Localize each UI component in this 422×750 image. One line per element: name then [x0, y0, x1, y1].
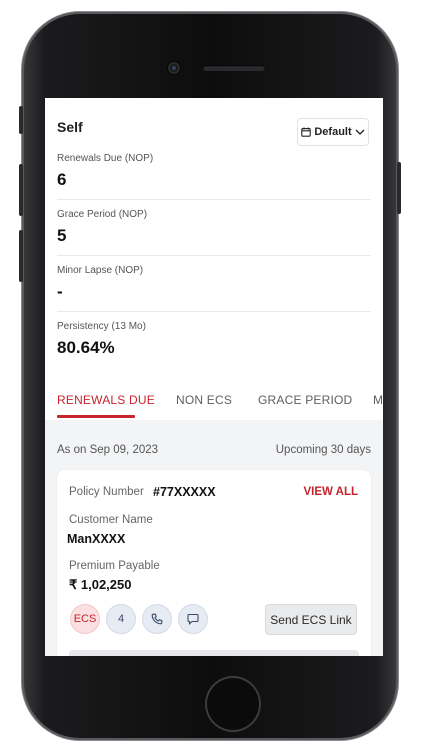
volume-up-button	[19, 164, 23, 216]
date-filter-label: Default	[314, 126, 352, 138]
view-all-link[interactable]: VIEW ALL	[303, 486, 358, 498]
home-button[interactable]	[205, 676, 261, 732]
upcoming-range: Upcoming 30 days	[275, 444, 371, 456]
tab-grace-period[interactable]: GRACE PERIOD	[258, 393, 352, 407]
calendar-icon	[301, 127, 312, 137]
as-on-date: As on Sep 09, 2023	[57, 444, 159, 456]
premium-payable-value: ₹ 1,02,250	[69, 577, 132, 592]
next-policy-card-peek	[69, 650, 359, 656]
grace-period-value: 5	[57, 226, 67, 245]
policy-card: Policy Number #77XXXXX VIEW ALL Customer…	[57, 470, 371, 656]
tab-overflow[interactable]: M	[373, 393, 383, 407]
renewals-due-label: Renewals Due (NOP)	[57, 153, 154, 164]
persistency-label: Persistency (13 Mo)	[57, 321, 146, 332]
persistency-value: 80.64%	[57, 338, 115, 357]
app-screen: Self Default Renewals Due (NOP) 6 Grace …	[45, 98, 383, 656]
chevron-down-icon	[355, 129, 365, 135]
divider	[57, 311, 371, 312]
earpiece-speaker	[203, 65, 265, 71]
premium-payable-label: Premium Payable	[69, 560, 160, 572]
customer-name-label: Customer Name	[69, 514, 153, 526]
renewals-due-value: 6	[57, 170, 67, 189]
active-tab-indicator	[57, 415, 135, 418]
power-button	[397, 162, 401, 214]
minor-lapse-value: -	[57, 282, 63, 301]
message-icon	[187, 613, 199, 625]
tab-bar: RENEWALS DUE NON ECS GRACE PERIOD M	[45, 380, 383, 418]
minor-lapse-label: Minor Lapse (NOP)	[57, 265, 144, 276]
count-chip[interactable]: 4	[106, 604, 136, 634]
phone-icon	[151, 613, 163, 625]
page-title: Self	[57, 119, 83, 135]
volume-down-button	[19, 230, 23, 282]
tab-renewals-due[interactable]: RENEWALS DUE	[57, 393, 155, 407]
tab-non-ecs[interactable]: NON ECS	[176, 393, 232, 407]
date-filter-dropdown[interactable]: Default	[297, 118, 369, 146]
front-camera	[168, 62, 180, 74]
message-button[interactable]	[178, 604, 208, 634]
ecs-chip[interactable]: ECS	[70, 604, 100, 634]
policy-number-label: Policy Number	[69, 486, 144, 498]
policy-number-value: #77XXXXX	[153, 485, 216, 499]
divider	[57, 255, 371, 256]
call-button[interactable]	[142, 604, 172, 634]
customer-name-value: ManXXXX	[67, 532, 126, 546]
grace-period-label: Grace Period (NOP)	[57, 209, 148, 220]
divider	[57, 199, 371, 200]
send-ecs-link-button[interactable]: Send ECS Link	[265, 604, 357, 635]
mute-switch	[19, 106, 23, 134]
